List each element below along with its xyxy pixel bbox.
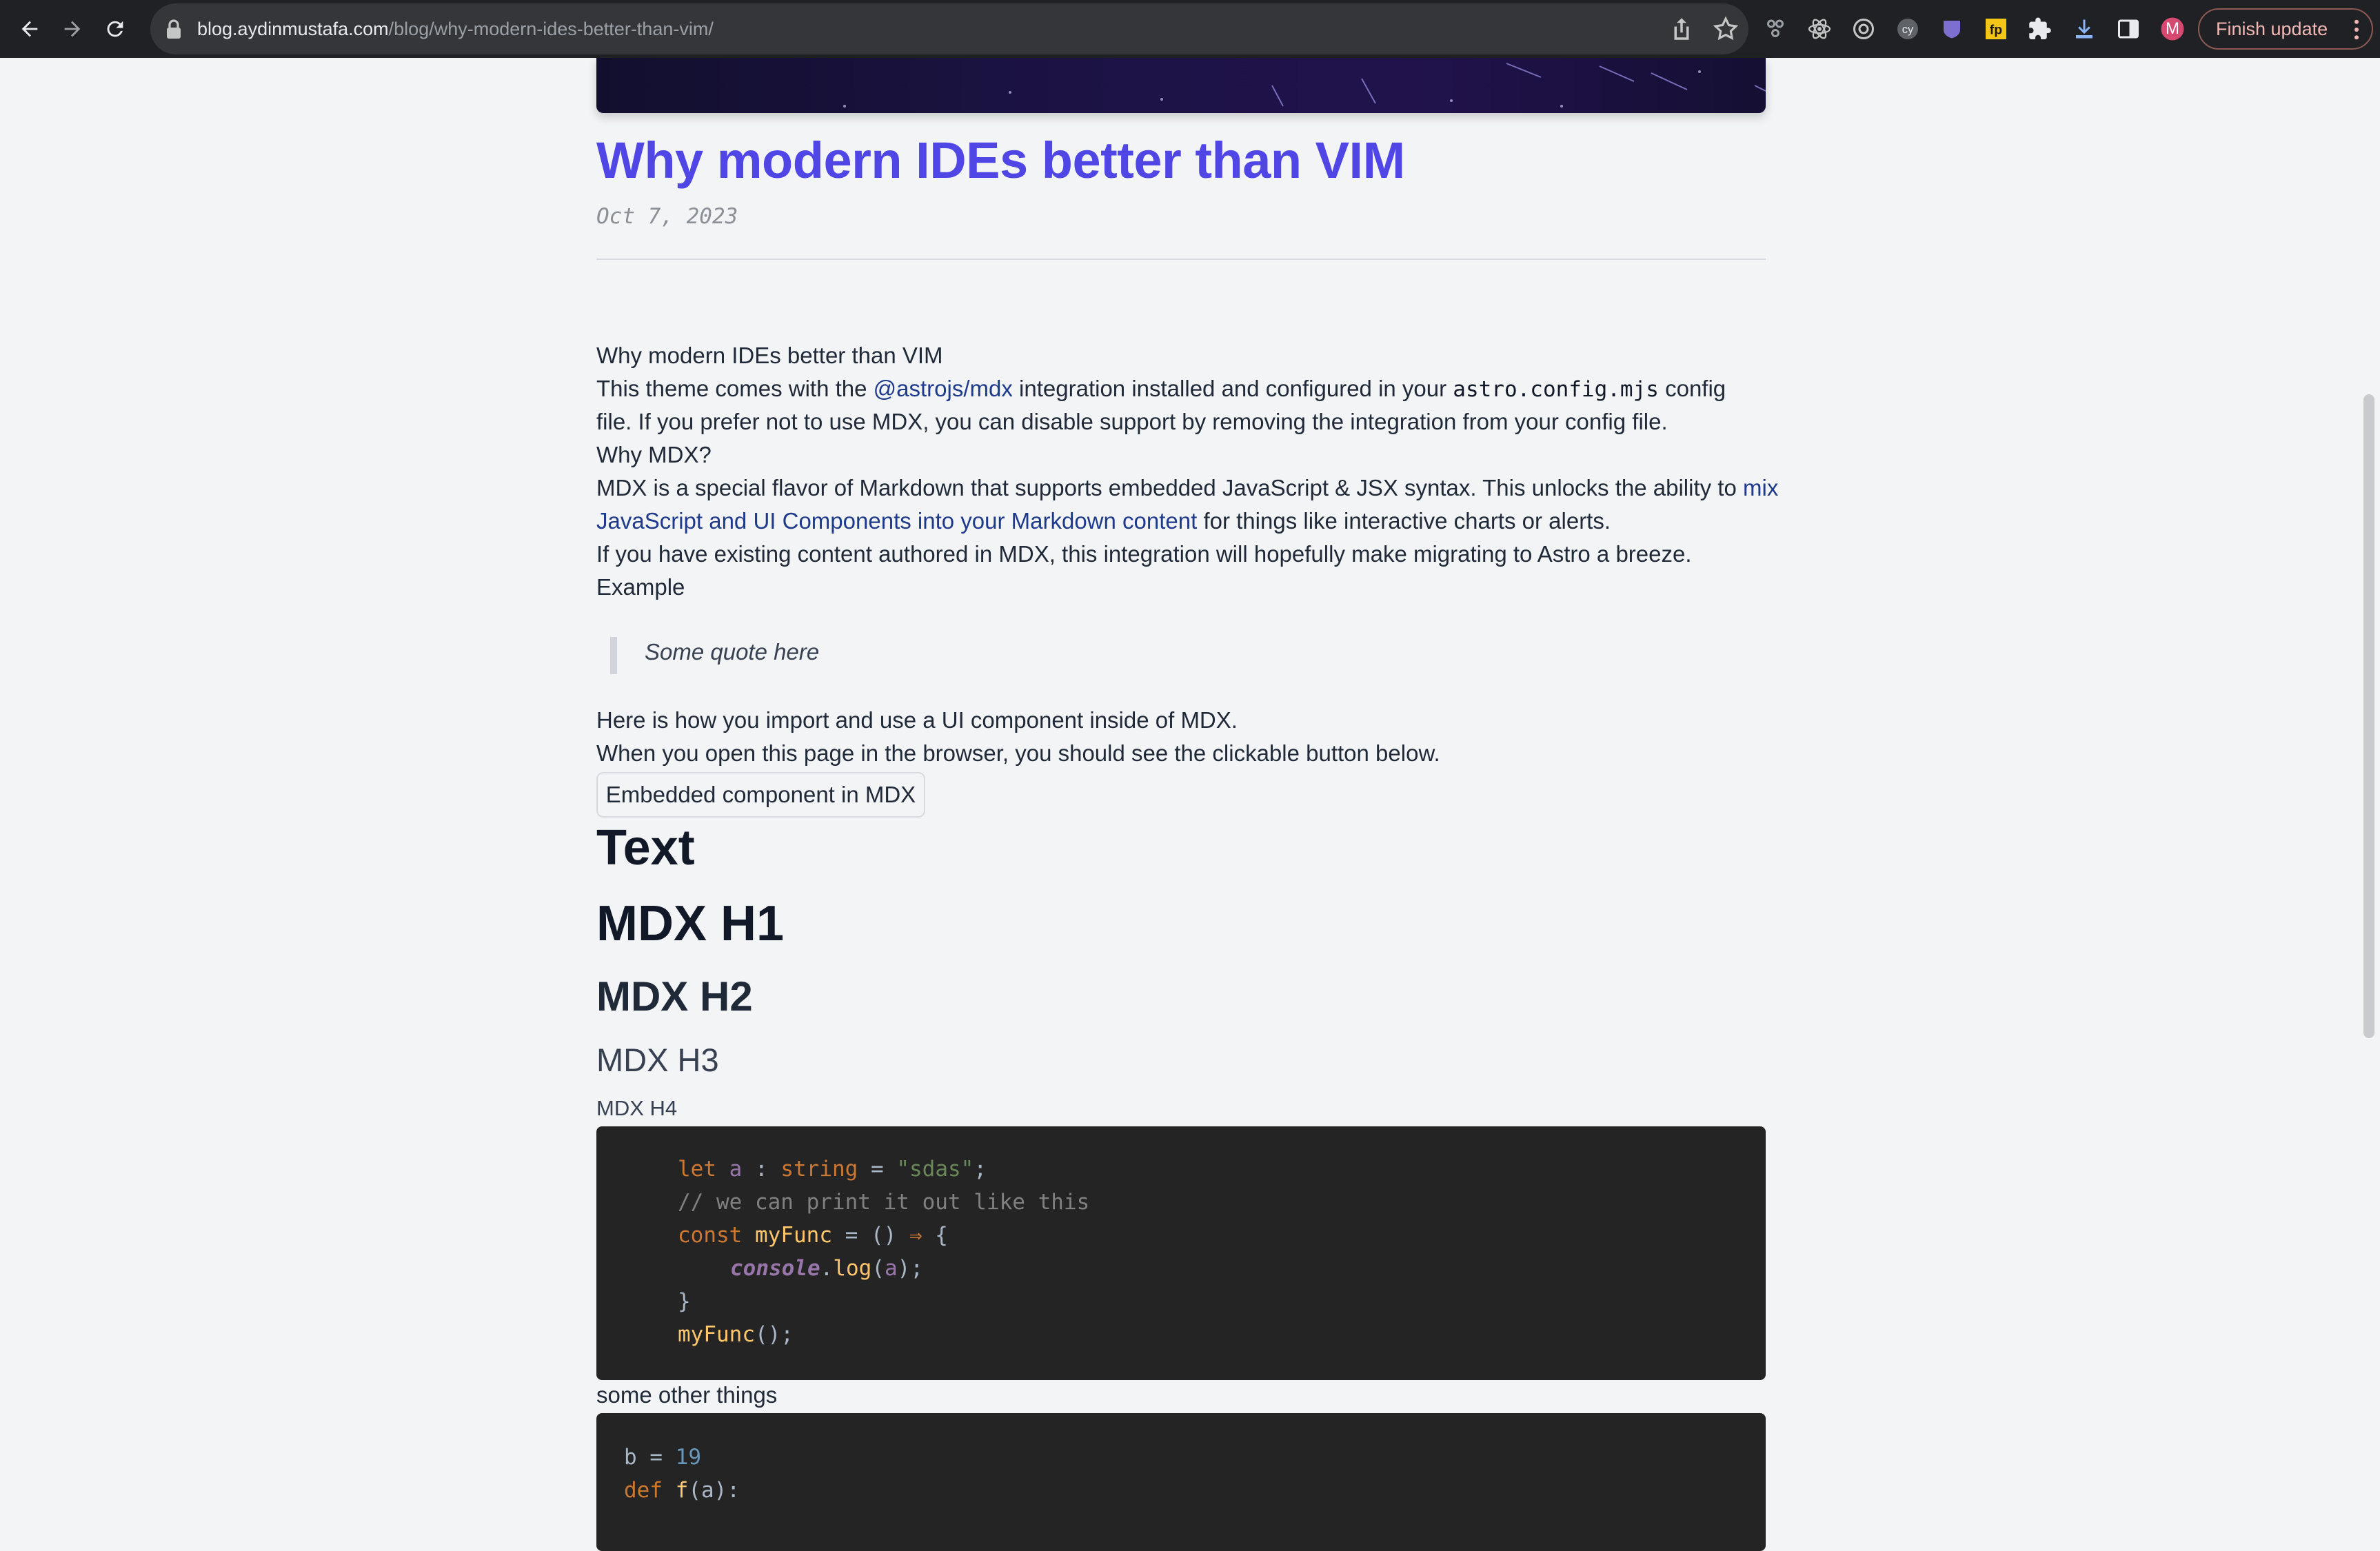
code-line: let a : string = "sdas"; (678, 1157, 987, 1182)
cy-ext-icon[interactable]: cy (1893, 14, 1922, 43)
paragraph-open-page: When you open this page in the browser, … (596, 740, 1440, 766)
url-text[interactable]: blog.aydinmustafa.com/blog/why-modern-id… (197, 19, 714, 40)
svg-text:cy: cy (1902, 23, 1914, 36)
code-block-js: let a : string = "sdas"; // we can print… (596, 1126, 1766, 1380)
share-icon[interactable] (1667, 14, 1696, 43)
paragraph-existing: If you have existing content authored in… (596, 541, 1692, 567)
address-bar[interactable]: blog.aydinmustafa.com/blog/why-modern-id… (150, 3, 1748, 54)
code-line: myFunc(); (678, 1322, 794, 1347)
browser-toolbar: blog.aydinmustafa.com/blog/why-modern-id… (0, 0, 2380, 58)
mix-link-cont[interactable]: JavaScript and UI Components into your M… (596, 508, 1197, 534)
paragraph-mdx-desc: MDX is a special flavor of Markdown that… (596, 475, 1779, 500)
paragraph-theme-cont: file. If you prefer not to use MDX, you … (596, 409, 1668, 434)
embedded-component-button[interactable]: Embedded component in MDX (596, 772, 925, 818)
blockquote-text: Some quote here (645, 639, 820, 665)
scrollbar[interactable] (2363, 394, 2374, 1038)
mix-link[interactable]: mix (1743, 475, 1778, 500)
bookmark-star-icon[interactable] (1711, 14, 1740, 43)
graph-ext-icon[interactable] (1761, 14, 1790, 43)
blockquote-bar (610, 637, 617, 674)
lock-icon[interactable] (165, 19, 182, 39)
target-ext-icon[interactable] (1849, 14, 1878, 43)
finish-update-label: Finish update (2216, 18, 2328, 39)
divider (596, 258, 1766, 260)
heading-text: Text (596, 820, 695, 875)
astrojs-mdx-link[interactable]: @astrojs/mdx (874, 376, 1013, 401)
code-comment: // we can print it out like this (678, 1190, 1090, 1215)
paragraph-example: Example (596, 574, 685, 600)
profile-initial: M (2166, 19, 2179, 38)
paragraph-intro: Why modern IDEs better than VIM (596, 343, 943, 368)
code-line: } (678, 1289, 691, 1314)
forward-icon[interactable] (51, 8, 94, 50)
heading-mdx-h3: MDX H3 (596, 1042, 719, 1078)
post-date: Oct 7, 2023 (596, 204, 738, 229)
paragraph-import: Here is how you import and use a UI comp… (596, 707, 1238, 733)
paragraph-why-mdx: Why MDX? (596, 442, 712, 467)
code-line: b = 19 (624, 1445, 701, 1470)
more-menu-icon[interactable] (2354, 19, 2359, 40)
back-icon[interactable] (8, 8, 51, 50)
reload-icon[interactable] (94, 8, 137, 50)
puzzle-icon[interactable] (2026, 14, 2055, 43)
blockquote: Some quote here (610, 637, 1231, 674)
paragraph-mdx-desc-cont: JavaScript and UI Components into your M… (596, 508, 1611, 534)
code-block-python: b = 19 def f(a): (596, 1413, 1766, 1551)
code-line: const myFunc = () ⇒ { (678, 1223, 948, 1248)
post-title: Why modern IDEs better than VIM (596, 132, 1405, 189)
svg-text:fp: fp (1990, 23, 2002, 38)
shield-ext-icon[interactable] (1937, 14, 1966, 43)
profile-avatar[interactable]: M (2158, 14, 2187, 43)
fp-ext-icon[interactable]: fp (1981, 14, 2010, 43)
react-devtools-icon[interactable] (1805, 14, 1834, 43)
side-panel-icon[interactable] (2114, 14, 2143, 43)
hero-image (596, 58, 1766, 113)
heading-mdx-h2: MDX H2 (596, 973, 753, 1020)
inline-code: astro.config.mjs (1453, 377, 1659, 402)
paragraph-theme: This theme comes with the @astrojs/mdx i… (596, 376, 1726, 402)
heading-mdx-h4: MDX H4 (596, 1096, 678, 1120)
code-line: def f(a): (624, 1478, 740, 1503)
download-icon[interactable] (2070, 14, 2099, 43)
heading-mdx-h1: MDX H1 (596, 896, 785, 951)
finish-update-button[interactable]: Finish update (2198, 8, 2373, 50)
code-line: console.log(a); (730, 1256, 923, 1281)
paragraph-other-things: some other things (596, 1382, 778, 1408)
